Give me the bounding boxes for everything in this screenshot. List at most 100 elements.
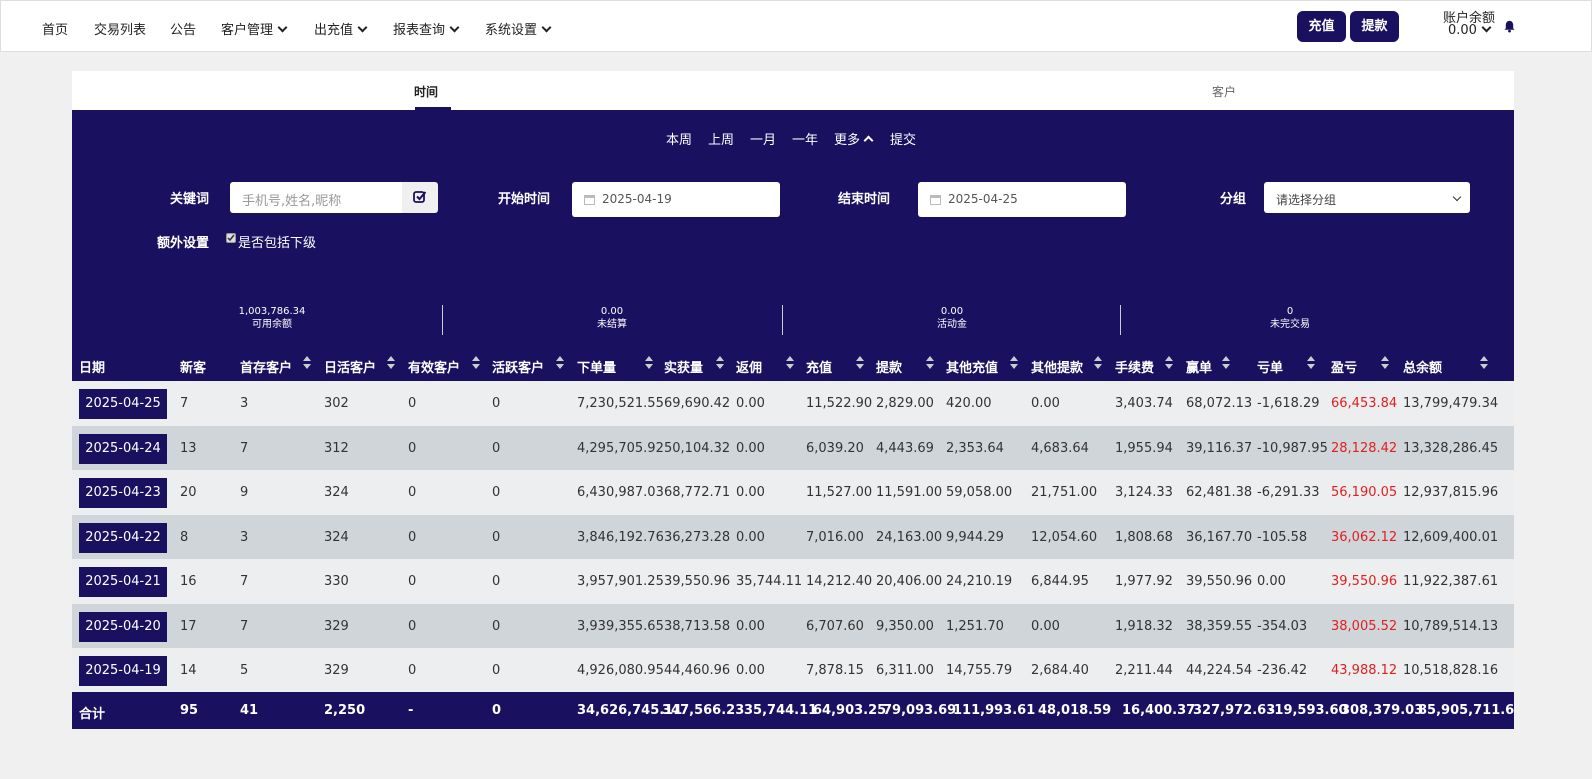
range-one-month[interactable]: 一月 [750, 129, 776, 148]
col-first-deposit[interactable]: 首存客户 [240, 357, 292, 376]
sort-icon[interactable] [1010, 356, 1018, 370]
nav-deposit-withdraw[interactable]: 出充值 [314, 19, 368, 38]
total-cell: 347,566.23 [662, 703, 745, 718]
table-cell: 7 [180, 396, 189, 411]
deposit-button[interactable]: 充值 [1297, 11, 1346, 42]
nav-home[interactable]: 首页 [42, 19, 68, 38]
table-cell: 7,878.15 [806, 663, 864, 678]
col-other-withdrawal[interactable]: 其他提款 [1031, 357, 1083, 376]
keyword-label: 关键词 [170, 192, 210, 207]
col-daily-active[interactable]: 日活客户 [324, 357, 376, 376]
range-more-toggle[interactable]: 更多 [834, 129, 874, 148]
submit-filter-button[interactable]: 提交 [890, 129, 916, 148]
total-cell: - [408, 703, 414, 718]
profit-loss-cell: 43,988.12 [1331, 663, 1398, 678]
col-loss-orders[interactable]: 亏单 [1257, 357, 1283, 376]
sort-icon[interactable] [1094, 356, 1102, 370]
col-withdrawal[interactable]: 提款 [876, 357, 902, 376]
sort-icon[interactable] [1381, 356, 1389, 370]
nav-customer-management[interactable]: 客户管理 [221, 19, 288, 38]
sort-icon[interactable] [786, 356, 794, 370]
col-total-balance[interactable]: 总余额 [1403, 357, 1442, 376]
keyword-confirm-button[interactable] [402, 182, 438, 213]
range-this-week[interactable]: 本周 [666, 129, 692, 148]
keyword-input[interactable]: 手机号,姓名,昵称 [230, 182, 402, 213]
table-cell: 50,104.32 [664, 440, 731, 456]
table-cell: 39,550.96 [664, 574, 731, 589]
total-cell: -19,593.60 [1269, 703, 1348, 718]
withdraw-button[interactable]: 提款 [1350, 11, 1399, 42]
table-cell: 0.00 [1257, 574, 1286, 589]
nav-reports[interactable]: 报表查询 [393, 19, 460, 38]
end-time-label: 结束时间 [838, 192, 891, 207]
table-cell: 0 [408, 574, 417, 589]
sort-icon[interactable] [303, 356, 311, 370]
chevron-down-icon [357, 22, 368, 33]
sort-icon[interactable] [387, 356, 395, 370]
table-cell: 24,163.00 [876, 529, 943, 545]
sort-icon[interactable] [926, 356, 934, 370]
group-select[interactable]: 请选择分组 [1264, 182, 1470, 213]
table-cell: 1,918.32 [1115, 618, 1173, 634]
col-win-orders[interactable]: 赢单 [1186, 357, 1212, 376]
row-date-button[interactable]: 2025-04-25 [79, 389, 167, 419]
check-square-icon [413, 191, 427, 203]
sort-icon[interactable] [856, 356, 864, 370]
filter-panel: 本周 上周 一月 一年 更多 提交 关键词 手机号,姓名,昵称 开始时间 202… [72, 110, 1514, 381]
col-actual-volume[interactable]: 实获量 [664, 357, 703, 376]
row-date-button[interactable]: 2025-04-23 [79, 478, 167, 508]
table-cell: 3,846,192.76 [577, 529, 664, 545]
nav-announcements[interactable]: 公告 [170, 19, 196, 38]
end-date-input[interactable]: 2025-04-25 [918, 182, 1126, 217]
table-cell: 0.00 [736, 529, 765, 545]
sort-icon[interactable] [472, 356, 480, 370]
row-date-button[interactable]: 2025-04-21 [79, 567, 167, 597]
sort-icon[interactable] [1307, 356, 1315, 370]
bell-icon[interactable] [1503, 20, 1516, 33]
col-deposit[interactable]: 充值 [806, 357, 832, 376]
sort-icon[interactable] [1222, 356, 1230, 370]
range-one-year[interactable]: 一年 [792, 129, 818, 148]
sort-icon[interactable] [556, 356, 564, 370]
calendar-icon [584, 195, 595, 205]
col-valid-customers[interactable]: 有效客户 [408, 357, 460, 376]
tab-customer[interactable]: 客户 [1212, 83, 1236, 100]
start-date-input[interactable]: 2025-04-19 [572, 182, 780, 217]
col-date[interactable]: 日期 [79, 357, 105, 376]
table-cell: 0 [408, 618, 417, 634]
row-date-button[interactable]: 2025-04-22 [79, 522, 167, 553]
stat-unsettled: 0.00 未结算 [597, 306, 627, 330]
include-sub-checkbox[interactable] [226, 233, 236, 243]
sort-icon[interactable] [645, 356, 653, 370]
row-date-button[interactable]: 2025-04-19 [79, 656, 167, 686]
row-date-button[interactable]: 2025-04-24 [79, 433, 167, 464]
tab-time[interactable]: 时间 [414, 83, 438, 100]
table-cell: 3,939,355.65 [577, 618, 664, 634]
col-profit-loss[interactable]: 盈亏 [1331, 357, 1357, 376]
sort-icon[interactable] [1165, 356, 1173, 370]
table-cell: 68,072.13 [1186, 396, 1253, 411]
account-balance-dropdown[interactable]: 0.00 [1448, 22, 1492, 38]
col-new-customers[interactable]: 新客 [180, 357, 206, 376]
row-date-button[interactable]: 2025-04-20 [79, 611, 167, 642]
table-cell: 1,955.94 [1115, 440, 1173, 456]
col-commission[interactable]: 返佣 [736, 357, 762, 376]
table-cell: 16 [180, 574, 197, 589]
col-order-volume[interactable]: 下单量 [577, 357, 616, 376]
range-last-week[interactable]: 上周 [708, 129, 734, 148]
sort-icon[interactable] [716, 356, 724, 370]
col-fee[interactable]: 手续费 [1115, 357, 1154, 376]
nav-system-settings[interactable]: 系统设置 [485, 19, 552, 38]
table-cell: -1,618.29 [1257, 396, 1320, 411]
table-cell: 4,443.69 [876, 440, 934, 456]
col-active-customers[interactable]: 活跃客户 [492, 357, 544, 376]
sort-icon[interactable] [1480, 356, 1488, 370]
nav-transactions[interactable]: 交易列表 [94, 19, 146, 38]
table-cell: 9,944.29 [946, 529, 1004, 545]
table-row: 2025-04-24 13 7 312 0 0 4,295,705.92 50,104.32 0… [72, 425, 1514, 471]
col-other-deposit[interactable]: 其他充值 [946, 357, 998, 376]
totals-label: 合计 [79, 707, 106, 722]
table-row: 2025-04-25 7 3 302 0 0 7,230,521.55 69,690.42 0.… [72, 381, 1514, 426]
table-cell: 59,058.00 [946, 485, 1013, 500]
table-cell: 0 [408, 485, 417, 500]
